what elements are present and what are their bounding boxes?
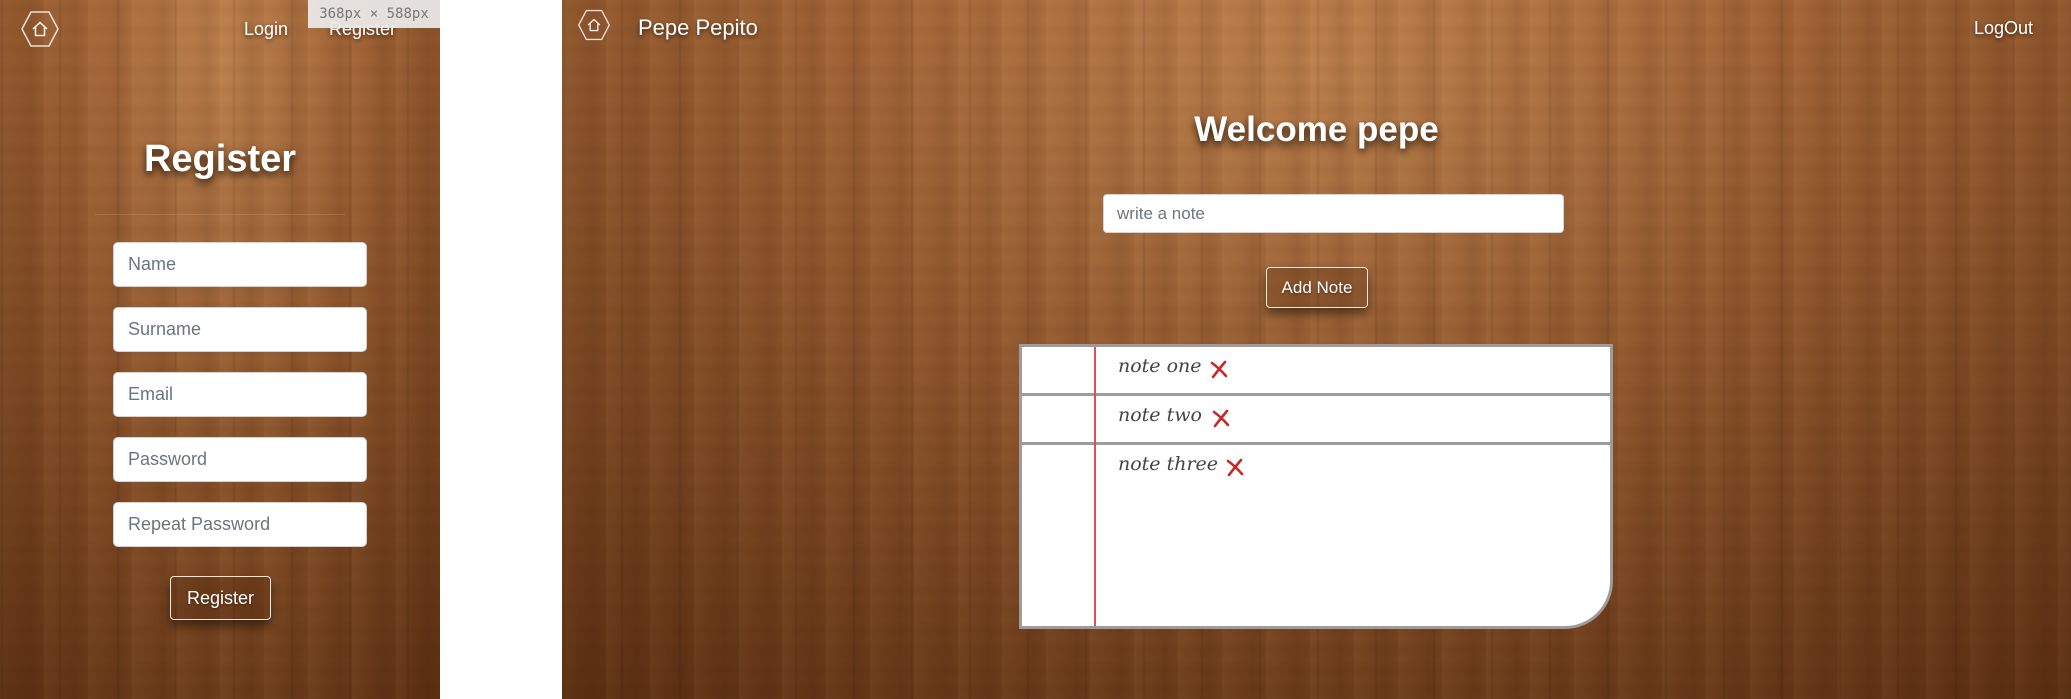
- list-item: note two: [1022, 396, 1610, 445]
- note-text: note one: [1118, 355, 1202, 377]
- note-input[interactable]: [1103, 194, 1564, 233]
- note-text: note two: [1118, 404, 1202, 426]
- delete-x-icon[interactable]: [1211, 408, 1231, 428]
- list-item: note one: [1022, 347, 1610, 396]
- notes-list: note one note two note three: [1019, 344, 1613, 629]
- dimension-tooltip: 368px × 588px: [308, 0, 440, 28]
- register-title: Register: [143, 138, 297, 180]
- login-link[interactable]: Login: [244, 19, 288, 40]
- brand-name[interactable]: Pepe Pepito: [638, 15, 758, 41]
- password-field[interactable]: [113, 437, 367, 482]
- register-button[interactable]: Register: [170, 576, 271, 620]
- title-divider: [95, 214, 345, 215]
- delete-x-icon[interactable]: [1225, 457, 1245, 477]
- logout-link[interactable]: LogOut: [1974, 18, 2033, 39]
- welcome-heading: Welcome pepe: [1194, 110, 1439, 149]
- add-note-button[interactable]: Add Note: [1266, 267, 1368, 308]
- email-field[interactable]: [113, 372, 367, 417]
- name-field[interactable]: [113, 242, 367, 287]
- repeat-password-field[interactable]: [113, 502, 367, 547]
- surname-field[interactable]: [113, 307, 367, 352]
- notes-app: Pepe Pepito LogOut Welcome pepe Add Note…: [562, 0, 2071, 699]
- note-text: note three: [1118, 453, 1219, 475]
- delete-x-icon[interactable]: [1209, 359, 1229, 379]
- register-panel: Login Register 368px × 588px Register Re…: [0, 0, 440, 699]
- list-item: note three: [1022, 445, 1610, 494]
- home-icon[interactable]: [20, 9, 60, 49]
- home-icon[interactable]: [577, 8, 611, 42]
- notepad-margin-line: [1094, 347, 1096, 626]
